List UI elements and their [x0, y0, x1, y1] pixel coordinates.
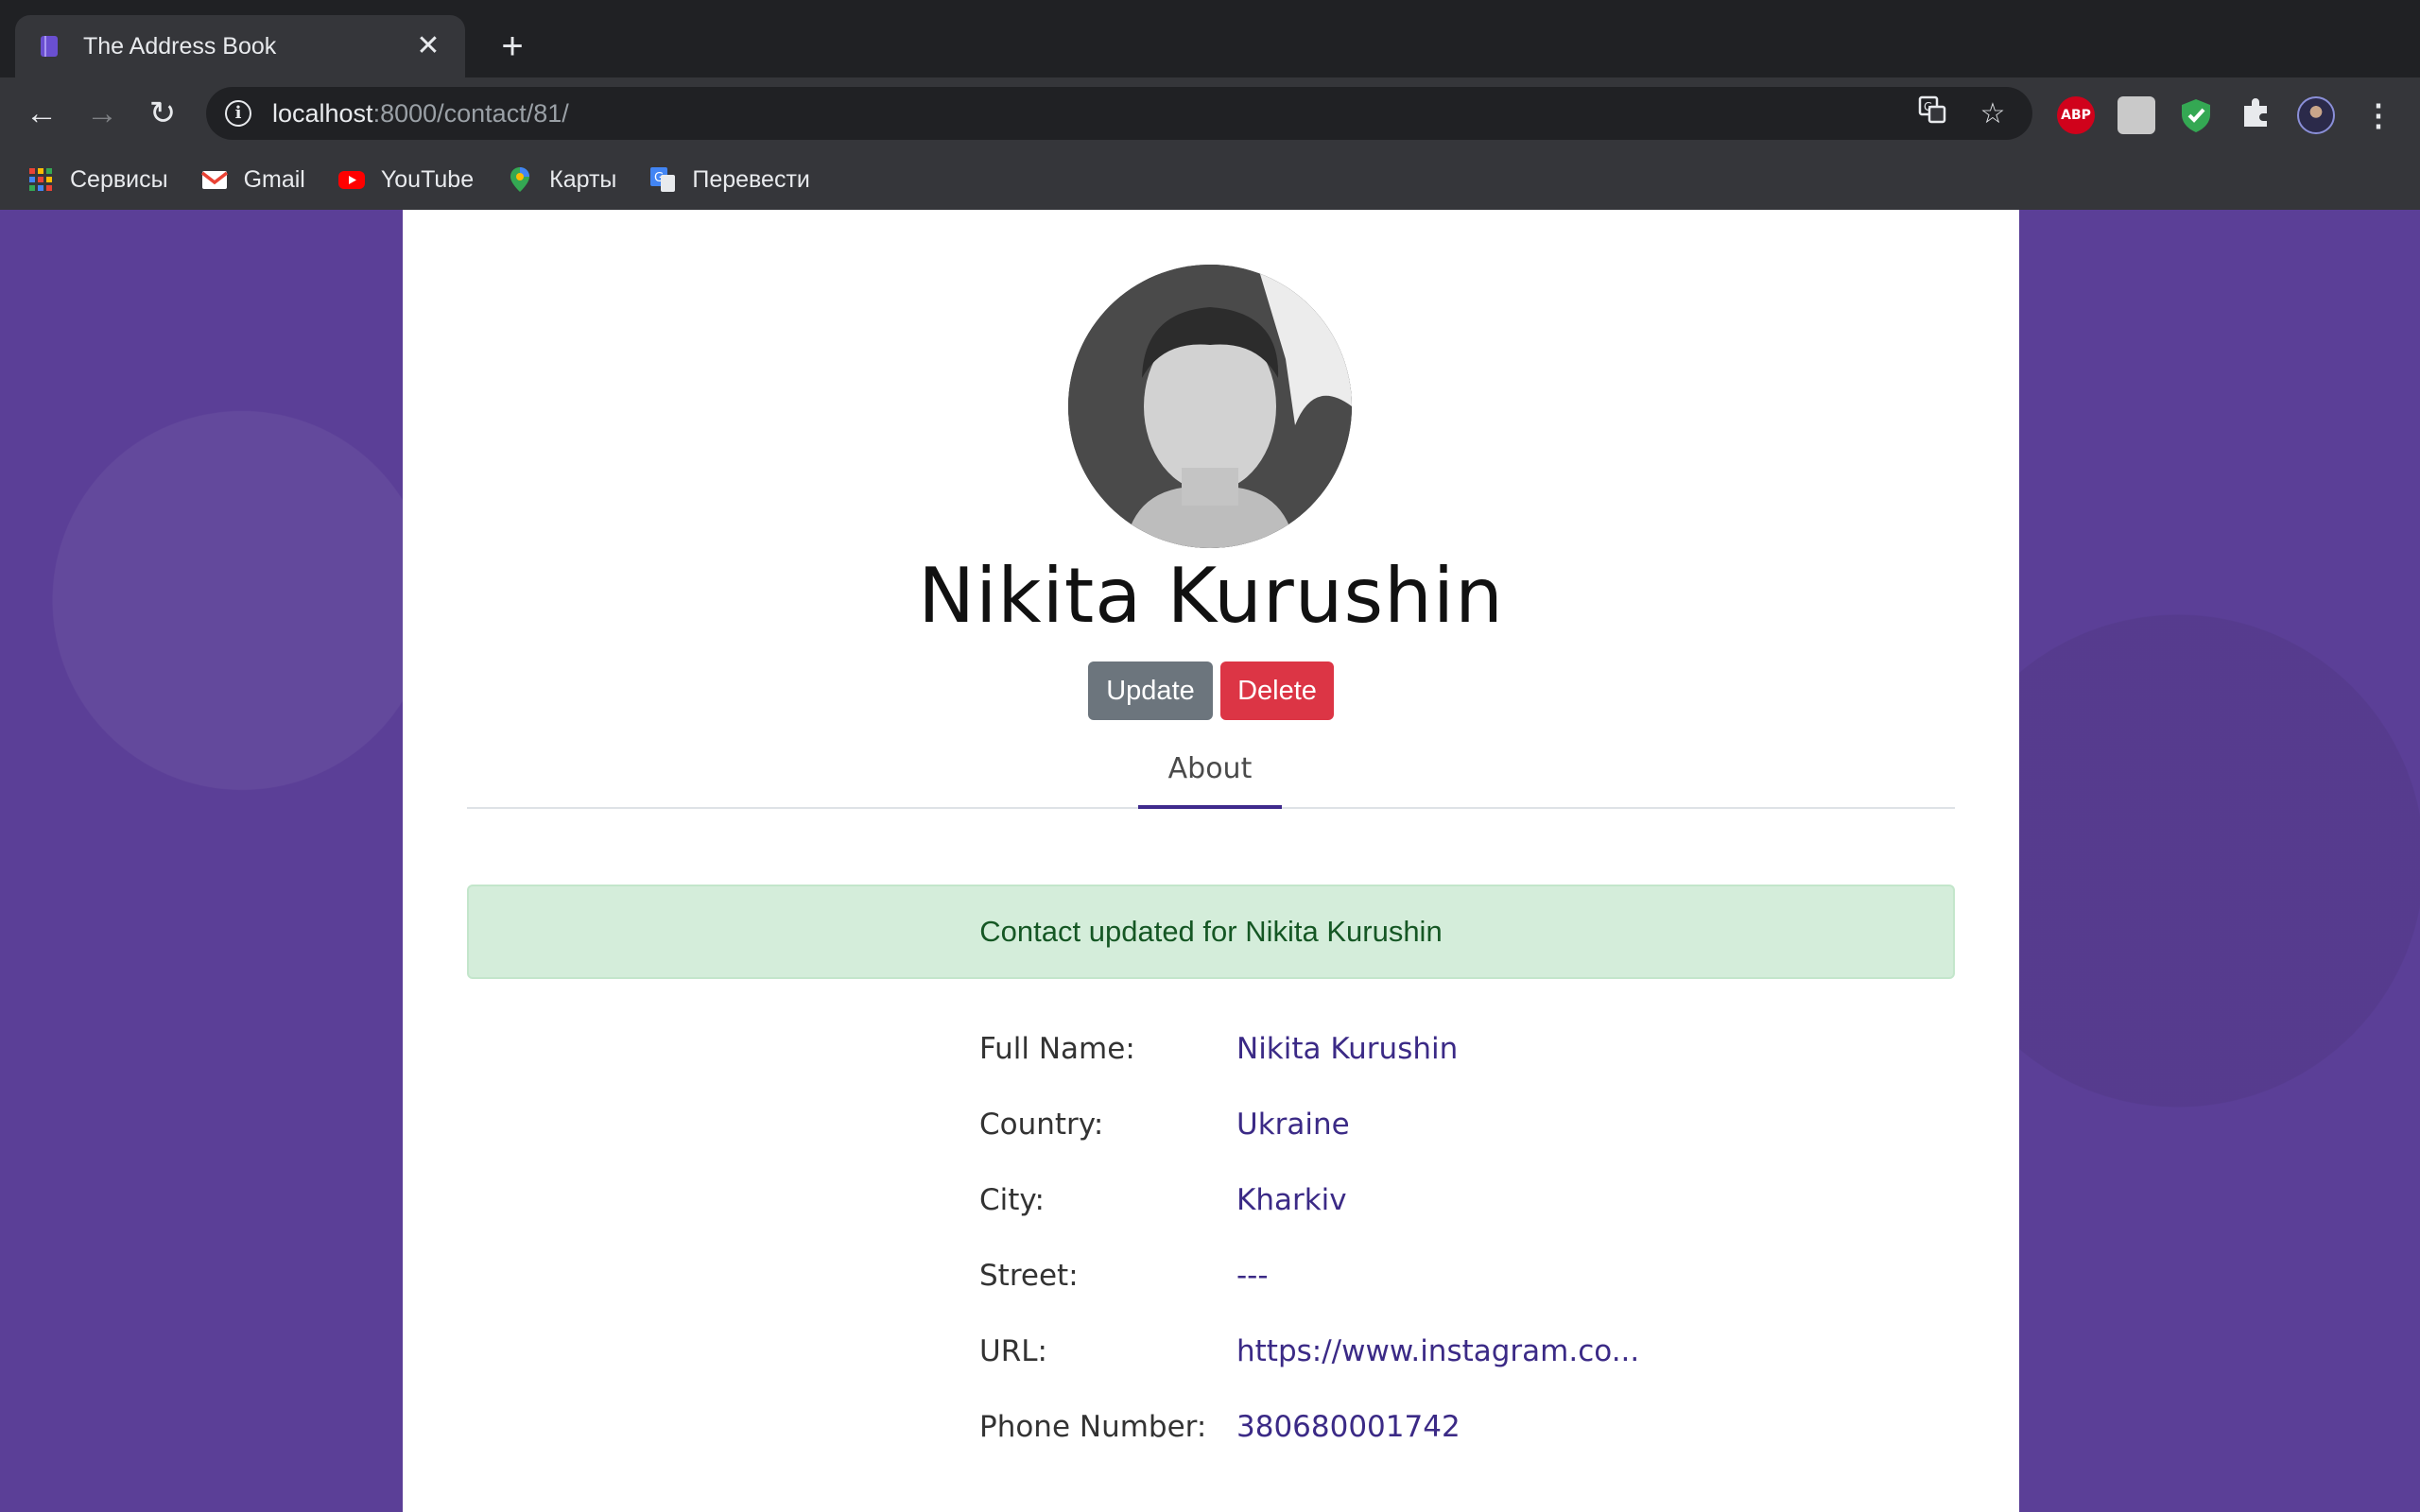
bookmark-gmail[interactable]: Gmail: [200, 165, 305, 194]
profile-avatar-icon[interactable]: [2297, 96, 2335, 134]
detail-label: Phone Number:: [979, 1410, 1207, 1444]
contact-photo: [1068, 265, 1352, 548]
extensions-puzzle-icon[interactable]: [2237, 96, 2274, 134]
bookmark-translate[interactable]: G Перевести: [648, 165, 810, 194]
url-link[interactable]: https://www.instagram.co...: [1236, 1334, 1639, 1368]
bookmark-label: Карты: [549, 165, 617, 193]
person-portrait-icon: [1068, 265, 1352, 548]
update-button[interactable]: Update: [1088, 662, 1213, 720]
action-buttons: Update Delete: [403, 662, 2019, 720]
detail-row-street: Street: ---: [979, 1238, 1639, 1314]
delete-button[interactable]: Delete: [1220, 662, 1334, 720]
translate-icon: G: [650, 167, 676, 192]
bookmark-label: Сервисы: [70, 165, 168, 193]
browser-tab[interactable]: The Address Book ✕: [15, 15, 465, 77]
detail-row-city: City: Kharkiv: [979, 1162, 1639, 1238]
tab-about[interactable]: About: [1138, 748, 1282, 809]
detail-value: ---: [1236, 1259, 1269, 1293]
adblock-plus-icon[interactable]: ABP: [2057, 96, 2095, 134]
bookmark-star-icon[interactable]: ☆: [1972, 97, 2014, 130]
bookmarks-bar: Сервисы Gmail YouTube Карты G Перевести: [0, 149, 2420, 210]
detail-label: URL:: [979, 1334, 1047, 1368]
contact-name: Nikita Kurushin: [918, 552, 1504, 640]
shield-check-icon[interactable]: [2177, 96, 2215, 134]
detail-value: Nikita Kurushin: [1236, 1032, 1459, 1066]
bookmark-label: Перевести: [692, 165, 810, 193]
detail-row-phone: Phone Number: 380680001742: [979, 1389, 1639, 1465]
bookmark-services[interactable]: Сервисы: [26, 165, 168, 194]
detail-row-url: URL: https://www.instagram.co...: [979, 1314, 1639, 1389]
address-bar[interactable]: i localhost:8000/contact/81/ G ☆: [206, 87, 2032, 140]
bookmark-maps[interactable]: Карты: [506, 165, 616, 194]
url-host: localhost: [272, 98, 373, 128]
browser-tabstrip: The Address Book ✕ +: [0, 0, 2420, 77]
detail-label: City:: [979, 1183, 1045, 1217]
extension-grey-icon[interactable]: [2118, 96, 2155, 134]
detail-row-full-name: Full Name: Nikita Kurushin: [979, 1011, 1639, 1087]
back-arrow-icon[interactable]: ←: [21, 93, 62, 134]
site-info-icon[interactable]: i: [225, 100, 251, 127]
translate-page-icon[interactable]: G: [1911, 95, 1953, 131]
detail-value: Kharkiv: [1236, 1183, 1347, 1217]
maps-pin-icon: [510, 167, 530, 192]
youtube-icon: [337, 171, 365, 189]
detail-value: Ukraine: [1236, 1108, 1350, 1142]
detail-label: Street:: [979, 1259, 1079, 1293]
tab-title: The Address Book: [83, 32, 277, 60]
new-tab-button[interactable]: +: [493, 25, 531, 68]
detail-value: 380680001742: [1236, 1410, 1461, 1444]
menu-kebab-icon[interactable]: ⋮: [2360, 96, 2397, 134]
url-text[interactable]: localhost:8000/contact/81/: [272, 99, 1893, 129]
detail-label: Full Name:: [979, 1032, 1135, 1066]
bookmark-label: Gmail: [243, 165, 305, 193]
reload-icon[interactable]: ↻: [142, 93, 183, 134]
bookmark-youtube[interactable]: YouTube: [337, 165, 474, 194]
url-path: :8000/contact/81/: [372, 98, 569, 128]
success-alert: Contact updated for Nikita Kurushin: [467, 885, 1955, 979]
contact-card: Nikita Kurushin Update Delete About Cont…: [403, 210, 2019, 1512]
detail-row-country: Country: Ukraine: [979, 1087, 1639, 1162]
bookmark-label: YouTube: [380, 165, 475, 193]
address-book-favicon-icon: [41, 36, 58, 57]
contact-details: Full Name: Nikita Kurushin Country: Ukra…: [979, 1011, 1639, 1465]
apps-grid-icon: [29, 168, 52, 191]
tab-close-icon[interactable]: ✕: [412, 32, 444, 60]
gmail-icon: [200, 171, 228, 189]
forward-arrow-icon[interactable]: →: [81, 93, 123, 134]
page-background: Nikita Kurushin Update Delete About Cont…: [0, 210, 2420, 1512]
detail-label: Country:: [979, 1108, 1104, 1142]
